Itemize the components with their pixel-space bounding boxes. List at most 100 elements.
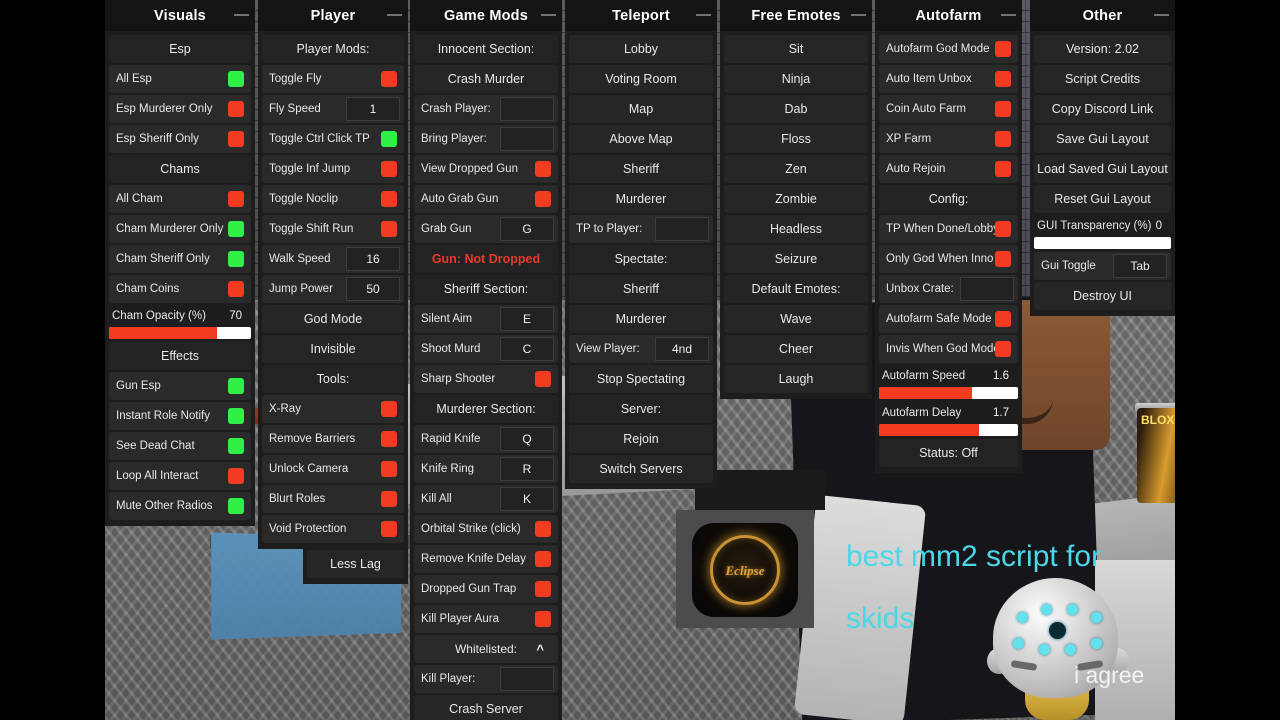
input-kill-player[interactable] [500,667,554,691]
toggle-switch-toggle-fly[interactable] [381,71,397,87]
toggle-switch-auto-rejoin[interactable] [995,161,1011,177]
input-row-kill-player[interactable]: Kill Player: [414,665,558,693]
toggle-switch-toggle-ctrl-click-tp[interactable] [381,131,397,147]
minimize-button[interactable]: — [1001,7,1016,22]
toggle-row-unlock-camera[interactable]: Unlock Camera [262,455,404,483]
slider-track[interactable] [109,327,251,339]
toggle-switch-see-dead-chat[interactable] [228,438,244,454]
input-view-player[interactable]: 4nd [655,337,709,361]
button-above-map[interactable]: Above Map [569,125,713,153]
toggle-switch-cham-sheriff-only[interactable] [228,251,244,267]
toggle-switch-autofarm-god-mode[interactable] [995,41,1011,57]
toggle-switch-esp-sheriff-only[interactable] [228,131,244,147]
toggle-switch-autofarm-safe-mode[interactable] [995,311,1011,327]
input-row-tp-to-player[interactable]: TP to Player: [569,215,713,243]
button-crash-server[interactable]: Crash Server [414,695,558,720]
panel-titlebar-other[interactable]: Other — [1030,0,1175,31]
toggle-switch-all-cham[interactable] [228,191,244,207]
button-script-credits[interactable]: Script Credits [1034,65,1171,93]
button-headless[interactable]: Headless [724,215,868,243]
toggle-row-see-dead-chat[interactable]: See Dead Chat [109,432,251,460]
button-sit[interactable]: Sit [724,35,868,63]
button-zen[interactable]: Zen [724,155,868,183]
toggle-switch-loop-all-interact[interactable] [228,468,244,484]
button-voting-room[interactable]: Voting Room [569,65,713,93]
panel-titlebar-visuals[interactable]: Visuals — [105,0,255,31]
button-ninja[interactable]: Ninja [724,65,868,93]
toggle-switch-coin-auto-farm[interactable] [995,101,1011,117]
button-version-2-02[interactable]: Version: 2.02 [1034,35,1171,63]
toggle-row-xp-farm[interactable]: XP Farm [879,125,1018,153]
button-zombie[interactable]: Zombie [724,185,868,213]
button-invisible[interactable]: Invisible [262,335,404,363]
input-grab-gun[interactable]: G [500,217,554,241]
minimize-button[interactable]: — [851,7,866,22]
toggle-row-tp-when-done-lobby[interactable]: TP When Done/Lobby [879,215,1018,243]
toggle-switch-x-ray[interactable] [381,401,397,417]
toggle-switch-esp-murderer-only[interactable] [228,101,244,117]
button-murderer[interactable]: Murderer [569,185,713,213]
button-dab[interactable]: Dab [724,95,868,123]
input-row-kill-all[interactable]: Kill All K [414,485,558,513]
minimize-button[interactable]: — [387,7,402,22]
button-sheriff[interactable]: Sheriff [569,275,713,303]
chevron-up-icon[interactable]: ^ [536,642,544,657]
toggle-row-mute-other-radios[interactable]: Mute Other Radios [109,492,251,520]
input-row-walk-speed[interactable]: Walk Speed 16 [262,245,404,273]
input-knife-ring[interactable]: R [500,457,554,481]
toggle-row-esp-sheriff-only[interactable]: Esp Sheriff Only [109,125,251,153]
slider-track[interactable] [879,424,1018,436]
toggle-switch-void-protection[interactable] [381,521,397,537]
button-switch-servers[interactable]: Switch Servers [569,455,713,483]
toggle-switch-mute-other-radios[interactable] [228,498,244,514]
button-murderer[interactable]: Murderer [569,305,713,333]
toggle-row-gun-esp[interactable]: Gun Esp [109,372,251,400]
button-god-mode[interactable]: God Mode [262,305,404,333]
toggle-switch-toggle-shift-run[interactable] [381,221,397,237]
input-jump-power[interactable]: 50 [346,277,400,301]
toggle-row-toggle-fly[interactable]: Toggle Fly [262,65,404,93]
input-row-unbox-crate[interactable]: Unbox Crate: [879,275,1018,303]
toggle-switch-dropped-gun-trap[interactable] [535,581,551,597]
minimize-button[interactable]: — [1154,7,1169,22]
toggle-row-view-dropped-gun[interactable]: View Dropped Gun [414,155,558,183]
toggle-switch-orbital-strike-click[interactable] [535,521,551,537]
toggle-row-kill-player-aura[interactable]: Kill Player Aura [414,605,558,633]
input-kill-all[interactable]: K [500,487,554,511]
input-row-fly-speed[interactable]: Fly Speed 1 [262,95,404,123]
toggle-switch-instant-role-notify[interactable] [228,408,244,424]
toggle-row-auto-rejoin[interactable]: Auto Rejoin [879,155,1018,183]
dropdown-whitelisted[interactable]: Whitelisted: ^ [414,635,558,663]
toggle-switch-auto-grab-gun[interactable] [535,191,551,207]
toggle-switch-xp-farm[interactable] [995,131,1011,147]
toggle-row-remove-knife-delay[interactable]: Remove Knife Delay [414,545,558,573]
toggle-row-invis-when-god-mode[interactable]: Invis When God Mode [879,335,1018,363]
input-row-gui-toggle[interactable]: Gui Toggle Tab [1034,252,1171,280]
toggle-row-sharp-shooter[interactable]: Sharp Shooter [414,365,558,393]
button-stop-spectating[interactable]: Stop Spectating [569,365,713,393]
input-row-crash-player[interactable]: Crash Player: [414,95,558,123]
toggle-switch-cham-coins[interactable] [228,281,244,297]
button-cheer[interactable]: Cheer [724,335,868,363]
toggle-row-toggle-noclip[interactable]: Toggle Noclip [262,185,404,213]
button-laugh[interactable]: Laugh [724,365,868,393]
toggle-row-esp-murderer-only[interactable]: Esp Murderer Only [109,95,251,123]
toggle-switch-view-dropped-gun[interactable] [535,161,551,177]
panel-titlebar-game-mods[interactable]: Game Mods — [410,0,562,31]
minimize-button[interactable]: — [234,7,249,22]
toggle-row-dropped-gun-trap[interactable]: Dropped Gun Trap [414,575,558,603]
toggle-switch-remove-barriers[interactable] [381,431,397,447]
toggle-row-void-protection[interactable]: Void Protection [262,515,404,543]
button-seizure[interactable]: Seizure [724,245,868,273]
toggle-row-loop-all-interact[interactable]: Loop All Interact [109,462,251,490]
panel-titlebar-player[interactable]: Player — [258,0,408,31]
slider-autofarm-delay[interactable] [879,424,1018,436]
input-gui-toggle[interactable]: Tab [1113,254,1167,278]
slider-gui-transparency[interactable] [1034,237,1171,249]
input-silent-aim[interactable]: E [500,307,554,331]
toggle-row-toggle-ctrl-click-tp[interactable]: Toggle Ctrl Click TP [262,125,404,153]
input-rapid-knife[interactable]: Q [500,427,554,451]
input-row-rapid-knife[interactable]: Rapid Knife Q [414,425,558,453]
toggle-row-autofarm-safe-mode[interactable]: Autofarm Safe Mode [879,305,1018,333]
input-unbox-crate[interactable] [960,277,1014,301]
